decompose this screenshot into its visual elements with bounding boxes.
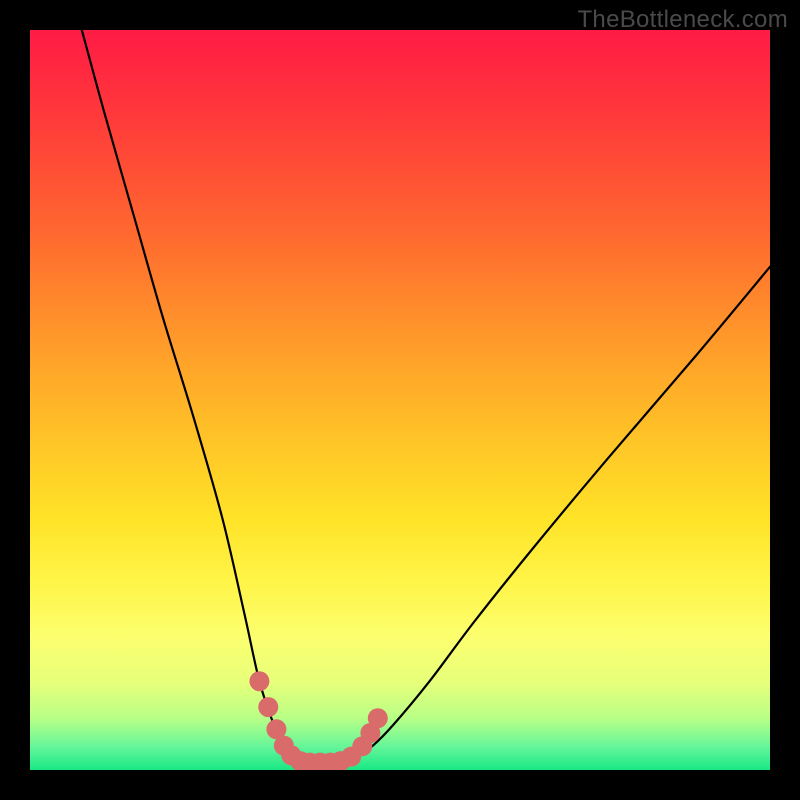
highlight-dot (368, 708, 388, 728)
plot-area (30, 30, 770, 770)
highlight-dots (249, 671, 387, 770)
highlight-dot (258, 697, 278, 717)
highlight-dot (249, 671, 269, 691)
chart-stage: TheBottleneck.com (0, 0, 800, 800)
bottleneck-curve (82, 30, 770, 763)
curve-svg (30, 30, 770, 770)
